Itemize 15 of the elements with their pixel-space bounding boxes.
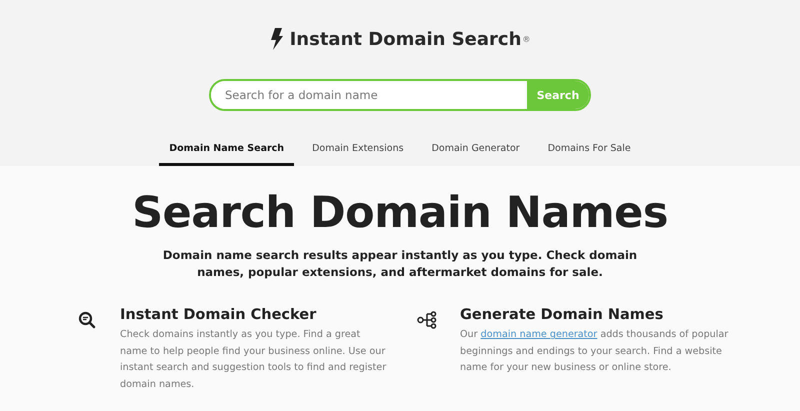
intro-text: Domain name search results appear instantly as you type. Check domain names, popular extensions, and aftermarket domains for sale.: [162, 247, 638, 282]
nav-tab[interactable]: Domain Extensions: [302, 135, 414, 166]
feature-title: Instant Domain Checker: [120, 307, 318, 324]
nav-tab[interactable]: Domain Generator: [422, 135, 530, 166]
branch-icon: [417, 311, 437, 330]
lightning-icon: [270, 28, 284, 50]
nav-tab[interactable]: Domain Name Search: [159, 135, 294, 166]
feature-title: Generate Domain Names: [460, 307, 664, 324]
feature-description: Check domains instantly as you type. Find a great name to help people find your business online. Use our instant search and suggestion tools to find and register domain names.: [120, 328, 388, 392]
registered-mark: ®: [522, 34, 530, 44]
page-heading: Search Domain Names: [132, 190, 668, 238]
search-icon: [78, 311, 96, 330]
feature-description: Our domain name generator adds thousands of popular beginnings and endings to your search. Find a website name for your new business or online store.: [460, 328, 730, 376]
nav-tab[interactable]: Domains For Sale: [538, 135, 641, 166]
logo-text[interactable]: Instant Domain Search: [290, 28, 522, 50]
